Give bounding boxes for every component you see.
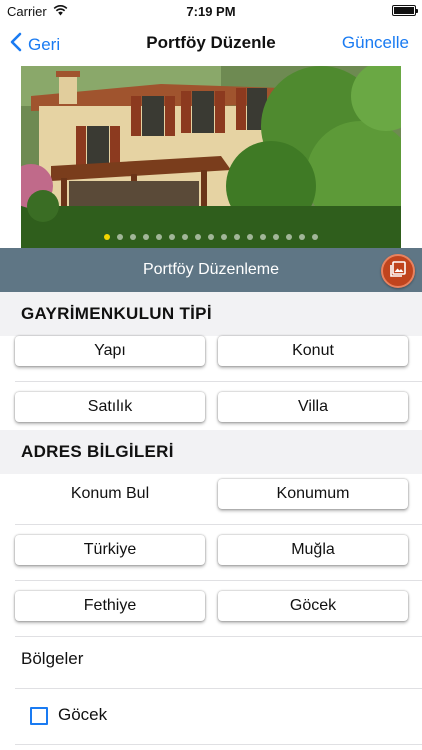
battery-icon <box>392 5 418 16</box>
category-select-button[interactable]: Konut <box>218 336 408 366</box>
update-button[interactable]: Güncelle <box>342 33 409 53</box>
page-dot[interactable] <box>221 234 227 240</box>
back-button[interactable]: Geri <box>10 32 60 57</box>
regions-label: Bölgeler <box>21 649 84 668</box>
back-label: Geri <box>28 34 61 54</box>
page-dot[interactable] <box>247 234 253 240</box>
neighborhood-select-button[interactable]: Göcek <box>218 591 408 621</box>
page-indicator[interactable] <box>21 234 401 240</box>
row-divider <box>15 744 422 745</box>
page-dot[interactable] <box>104 234 110 240</box>
district-neighborhood-row: Fethiye Göcek <box>0 581 422 637</box>
page-dot[interactable] <box>234 234 240 240</box>
page-dot[interactable] <box>208 234 214 240</box>
find-location-label: Konum Bul <box>70 485 150 502</box>
page-dot[interactable] <box>299 234 305 240</box>
structure-select-button[interactable]: Yapı <box>15 336 205 366</box>
page-dot[interactable] <box>286 234 292 240</box>
page-dot[interactable] <box>182 234 188 240</box>
page-dot[interactable] <box>260 234 266 240</box>
property-kind-select-button[interactable]: Villa <box>218 392 408 422</box>
gallery-button[interactable] <box>381 254 415 288</box>
property-photo <box>21 66 401 248</box>
section-header-address: ADRES BİLGİLERİ <box>0 430 422 474</box>
city-select-button[interactable]: Muğla <box>218 535 408 565</box>
property-photo-carousel[interactable] <box>21 66 401 248</box>
region-checkbox[interactable] <box>30 707 48 725</box>
page-dot[interactable] <box>117 234 123 240</box>
page-dot[interactable] <box>130 234 136 240</box>
page-dot[interactable] <box>143 234 149 240</box>
property-type-row-1: Yapı Konut <box>0 326 422 382</box>
page-dot[interactable] <box>312 234 318 240</box>
nav-bar: Geri Portföy Düzenle Güncelle <box>0 22 422 66</box>
region-item-row[interactable]: Göcek <box>0 689 422 745</box>
page-dot[interactable] <box>169 234 175 240</box>
page-dot[interactable] <box>195 234 201 240</box>
listing-type-select-button[interactable]: Satılık <box>15 392 205 422</box>
regions-row: Bölgeler <box>0 633 422 689</box>
page-dot[interactable] <box>273 234 279 240</box>
gallery-icon <box>389 260 407 283</box>
location-row: Konum Bul Konumum <box>0 469 422 525</box>
page-dot[interactable] <box>156 234 162 240</box>
country-select-button[interactable]: Türkiye <box>15 535 205 565</box>
edit-banner: Portföy Düzenleme <box>0 248 422 292</box>
status-bar: Carrier 7:19 PM <box>0 0 422 22</box>
status-time: 7:19 PM <box>186 4 236 19</box>
chevron-left-icon <box>10 32 22 57</box>
country-city-row: Türkiye Muğla <box>0 525 422 581</box>
district-select-button[interactable]: Fethiye <box>15 591 205 621</box>
region-checkbox-label: Göcek <box>58 705 108 724</box>
my-location-button[interactable]: Konumum <box>218 479 408 509</box>
